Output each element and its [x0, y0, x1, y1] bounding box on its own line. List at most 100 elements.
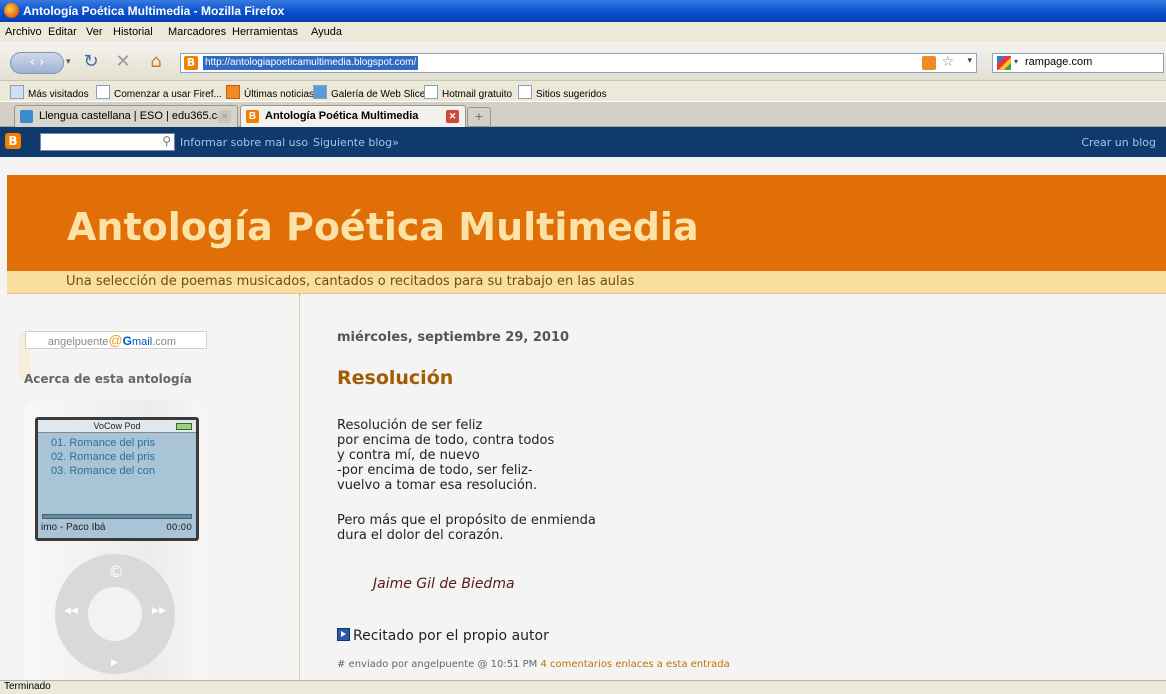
- stop-icon[interactable]: ✕: [112, 51, 134, 73]
- playlist-track[interactable]: 02. Romance del pris: [38, 451, 196, 464]
- poem-line: dura el dolor del corazón.: [337, 528, 504, 543]
- menu-editar[interactable]: Editar: [48, 26, 77, 38]
- menu-marcadores[interactable]: Marcadores: [168, 26, 226, 38]
- sidebar: angelpuente@Gmail.com Acerca de esta ant…: [7, 294, 299, 680]
- address-bar[interactable]: B http://antologiapoeticamultimedia.blog…: [180, 53, 977, 73]
- web-slice-icon: [313, 85, 327, 99]
- rss-icon: [226, 85, 240, 99]
- next-track-icon[interactable]: ▶▶: [152, 606, 166, 616]
- status-bar: Terminado: [0, 680, 1166, 694]
- page-content: Antología Poética Multimedia Una selecci…: [0, 157, 1166, 680]
- url-dropdown-icon[interactable]: ▾: [967, 56, 972, 66]
- playback-time: 00:00: [166, 523, 192, 533]
- player-header: VoCow Pod: [38, 420, 196, 433]
- menu-bar: Archivo Editar Ver Historial Marcadores …: [0, 22, 1166, 42]
- bookmarks-toolbar: Más visitados Comenzar a usar Firef... Ú…: [0, 81, 1166, 101]
- bookmark-label: Hotmail gratuito: [442, 89, 513, 100]
- edu365-favicon-icon: [20, 110, 33, 123]
- search-box[interactable]: ▾ rampage.com: [992, 53, 1164, 73]
- blog-title[interactable]: Antología Poética Multimedia: [67, 205, 699, 249]
- report-abuse-link[interactable]: Informar sobre mal uso: [180, 136, 308, 149]
- menu-historial[interactable]: Historial: [113, 26, 153, 38]
- bookmark-sitios-sugeridos[interactable]: Sitios sugeridos: [518, 85, 607, 100]
- comments-link[interactable]: 4 comentarios: [540, 659, 612, 670]
- search-engine-dropdown-icon[interactable]: ▾: [1014, 57, 1018, 66]
- window-title-bar: Antología Poética Multimedia - Mozilla F…: [0, 0, 1166, 22]
- bookmark-star-icon[interactable]: ☆: [941, 54, 954, 70]
- new-tab-button[interactable]: +: [467, 107, 491, 127]
- playlist-track[interactable]: 03. Romance del con: [38, 465, 196, 478]
- about-heading: Acerca de esta antología: [24, 372, 192, 386]
- gmail-logo-mail: mail: [131, 336, 153, 348]
- column-divider: [299, 294, 301, 680]
- post-links-link[interactable]: enlaces a esta entrada: [615, 659, 729, 670]
- blog-search-input[interactable]: ⚲: [40, 133, 175, 151]
- center-button[interactable]: [88, 587, 142, 641]
- page-icon: [96, 85, 110, 99]
- poem-line: -por encima de todo, ser feliz-: [337, 463, 533, 478]
- tab-label: Antología Poética Multimedia: [265, 110, 419, 122]
- blogger-favicon-icon: B: [246, 110, 259, 123]
- poem-line: vuelvo a tomar esa resolución.: [337, 478, 538, 493]
- post-title[interactable]: Resolución: [337, 367, 453, 389]
- gmail-logo-g: G: [122, 334, 132, 348]
- menu-copyright-icon[interactable]: ©: [108, 562, 124, 581]
- reload-icon[interactable]: ↻: [80, 51, 102, 73]
- bookmark-label: Sitios sugeridos: [536, 89, 607, 100]
- back-forward-button[interactable]: ‹ ›: [10, 52, 64, 74]
- page-icon: [518, 85, 532, 99]
- poem-author: Jaime Gil de Biedma: [373, 576, 515, 592]
- search-input[interactable]: rampage.com: [1025, 56, 1092, 68]
- close-tab-icon[interactable]: ✕: [218, 110, 231, 123]
- tab-antologia-poetica[interactable]: B Antología Poética Multimedia ✕: [240, 105, 466, 127]
- poem-line: por encima de todo, contra todos: [337, 433, 555, 448]
- next-blog-link[interactable]: Siguiente blog»: [313, 136, 399, 149]
- click-wheel[interactable]: © ◀◀ ▶▶ ▶: [55, 554, 175, 674]
- audio-player-widget[interactable]: VoCow Pod 01. Romance del pris 02. Roman…: [24, 400, 204, 680]
- gmail-user: angelpuente: [47, 336, 109, 348]
- menu-archivo[interactable]: Archivo: [5, 26, 42, 38]
- post-footer: # enviado por angelpuente @ 10:51 PM 4 c…: [337, 659, 730, 670]
- playback-progress-bar[interactable]: [42, 514, 192, 519]
- bookmark-comenzar[interactable]: Comenzar a usar Firef...: [96, 85, 222, 100]
- play-icon[interactable]: [337, 628, 350, 641]
- player-screen: VoCow Pod 01. Romance del pris 02. Roman…: [35, 417, 199, 541]
- home-icon[interactable]: ⌂: [145, 51, 167, 73]
- bookmark-mas-visitados[interactable]: Más visitados: [10, 85, 89, 100]
- bookmark-galeria-web-slice[interactable]: Galería de Web Slice: [313, 85, 425, 100]
- playlist-track[interactable]: 01. Romance del pris: [38, 437, 196, 450]
- bookmark-label: Galería de Web Slice: [331, 89, 426, 100]
- menu-ayuda[interactable]: Ayuda: [311, 26, 342, 38]
- battery-icon: [176, 423, 192, 430]
- tab-llengua-castellana[interactable]: Llengua castellana | ESO | edu365.cat ✕: [14, 105, 238, 127]
- blogger-navbar: B ⚲ Informar sobre mal uso Siguiente blo…: [0, 127, 1166, 157]
- search-icon[interactable]: ⚲: [162, 134, 171, 148]
- close-tab-icon[interactable]: ✕: [446, 110, 459, 123]
- previous-track-icon[interactable]: ◀◀: [64, 606, 78, 616]
- menu-ver[interactable]: Ver: [86, 26, 103, 38]
- bookmark-label: Últimas noticias: [244, 89, 315, 100]
- gmail-at: @: [108, 332, 123, 348]
- poem-line: y contra mí, de nuevo: [337, 448, 480, 463]
- blogger-logo-icon[interactable]: B: [5, 133, 21, 149]
- bookmark-ultimas-noticias[interactable]: Últimas noticias: [226, 85, 314, 100]
- rss-feed-icon[interactable]: [922, 56, 936, 70]
- play-pause-icon[interactable]: ▶: [111, 658, 118, 668]
- address-url[interactable]: http://antologiapoeticamultimedia.blogsp…: [203, 56, 419, 70]
- page-icon: [424, 85, 438, 99]
- navigation-toolbar: ‹ › ▾ ↻ ✕ ⌂ B http://antologiapoeticamul…: [0, 42, 1166, 81]
- recited-audio-link[interactable]: Recitado por el propio autor: [337, 628, 549, 644]
- post-date: miércoles, septiembre 29, 2010: [337, 330, 570, 345]
- bookmark-folder-icon: [10, 85, 24, 99]
- recited-label: Recitado por el propio autor: [353, 628, 549, 644]
- poem-line: Resolución de ser feliz: [337, 418, 483, 433]
- blog-header: Antología Poética Multimedia: [7, 175, 1166, 271]
- create-blog-link[interactable]: Crear un blog: [1081, 136, 1156, 149]
- bookmark-hotmail[interactable]: Hotmail gratuito: [424, 85, 512, 100]
- search-engine-icon[interactable]: [997, 56, 1011, 70]
- history-dropdown-icon[interactable]: ▾: [66, 51, 71, 73]
- window-title: Antología Poética Multimedia - Mozilla F…: [23, 4, 285, 18]
- menu-herramientas[interactable]: Herramientas: [232, 26, 298, 38]
- gmail-address: angelpuente@Gmail.com: [48, 332, 176, 348]
- gmail-address-image: angelpuente@Gmail.com: [25, 331, 207, 349]
